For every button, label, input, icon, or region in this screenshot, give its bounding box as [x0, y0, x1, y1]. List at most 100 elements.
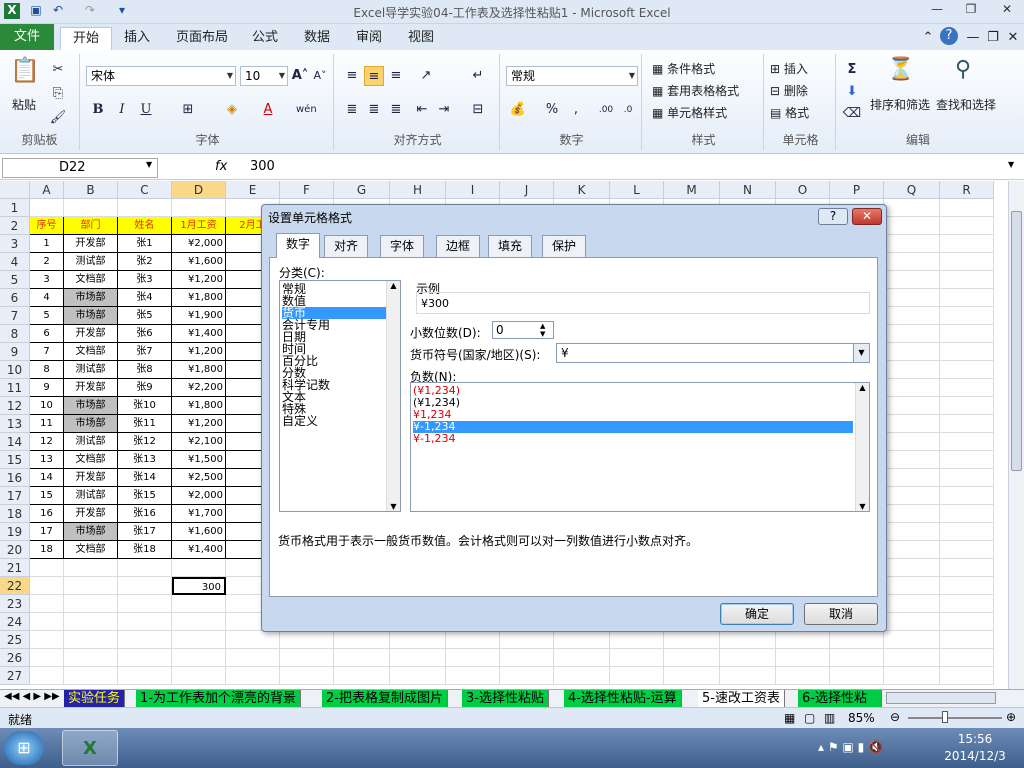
cell[interactable] [172, 559, 226, 577]
tab-fill[interactable]: 填充 [488, 235, 532, 257]
table-header-cell[interactable]: 序号 [30, 217, 64, 235]
cell[interactable] [30, 199, 64, 217]
comma-button[interactable]: , [566, 100, 586, 120]
cell[interactable] [118, 613, 172, 631]
cell[interactable] [830, 631, 884, 649]
cell[interactable] [30, 613, 64, 631]
font-name-combo[interactable]: 宋体 ▼ [86, 66, 236, 86]
percent-button[interactable]: % [542, 100, 562, 120]
cell[interactable] [30, 595, 64, 613]
sheet-tab[interactable]: 1-为工作表加个漂亮的背景 [136, 690, 301, 707]
cell[interactable] [118, 667, 172, 685]
table-cell[interactable]: ¥1,800 [172, 397, 226, 415]
cell[interactable] [940, 325, 994, 343]
cell[interactable] [172, 613, 226, 631]
cell[interactable] [884, 361, 940, 379]
table-cell[interactable]: ¥1,200 [172, 343, 226, 361]
tray-icons[interactable]: ▴ ⚑ ▣ ▮ 🔇 [818, 740, 883, 754]
row-header[interactable]: 2 [0, 217, 30, 235]
cell[interactable] [940, 397, 994, 415]
format-cells-button[interactable]: ▤ 格式 [770, 104, 809, 121]
cell[interactable] [884, 397, 940, 415]
cell[interactable] [940, 253, 994, 271]
cell[interactable] [664, 649, 720, 667]
cell[interactable] [226, 631, 280, 649]
cell[interactable] [884, 523, 940, 541]
phonetic-icon[interactable]: wén [296, 100, 317, 120]
sheet-tab-active[interactable]: 5-速改工资表 [698, 690, 785, 707]
merge-center-icon[interactable]: ⊟ [468, 100, 488, 120]
table-cell[interactable]: 张16 [118, 505, 172, 523]
table-cell[interactable]: 张8 [118, 361, 172, 379]
cancel-button[interactable]: 取消 [804, 603, 878, 625]
view-page-break-icon[interactable]: ▥ [824, 711, 835, 725]
table-cell[interactable]: 7 [30, 343, 64, 361]
cell[interactable] [940, 415, 994, 433]
table-cell[interactable]: 张17 [118, 523, 172, 541]
cell[interactable] [884, 271, 940, 289]
tab-formulas[interactable]: 公式 [248, 27, 282, 49]
cell[interactable] [664, 631, 720, 649]
formula-input[interactable]: 300 [250, 159, 275, 174]
cell[interactable] [172, 595, 226, 613]
scroll-thumb[interactable] [1011, 211, 1022, 471]
table-cell[interactable]: 市场部 [64, 397, 118, 415]
number-format-combo[interactable]: 常规 ▼ [506, 66, 638, 86]
cell[interactable] [280, 667, 334, 685]
cell[interactable] [884, 235, 940, 253]
column-header[interactable]: O [776, 181, 830, 199]
cell[interactable] [940, 649, 994, 667]
delete-cells-button[interactable]: ⊟ 删除 [770, 82, 808, 99]
table-cell[interactable]: ¥1,800 [172, 289, 226, 307]
cell[interactable] [884, 613, 940, 631]
table-cell[interactable]: 张15 [118, 487, 172, 505]
row-header[interactable]: 17 [0, 487, 30, 505]
bold-button[interactable]: B [88, 100, 108, 120]
fill-color-icon[interactable]: ◈ [222, 100, 242, 120]
cell[interactable] [172, 667, 226, 685]
tab-page-layout[interactable]: 页面布局 [172, 27, 232, 49]
spinner-arrows-icon[interactable]: ▲ ▼ [540, 322, 545, 338]
underline-button[interactable]: U [136, 100, 156, 120]
cell[interactable] [884, 451, 940, 469]
format-as-table-button[interactable]: ▦ 套用表格格式 [652, 82, 739, 99]
table-cell[interactable]: 文档部 [64, 271, 118, 289]
cell[interactable] [940, 451, 994, 469]
shrink-font-icon[interactable]: A˅ [310, 66, 330, 86]
cell[interactable] [884, 433, 940, 451]
name-box[interactable]: D22 [2, 158, 158, 178]
table-cell[interactable]: 市场部 [64, 307, 118, 325]
cut-icon[interactable]: ✂ [48, 60, 68, 80]
font-color-icon[interactable]: A [258, 100, 278, 120]
cell[interactable] [64, 199, 118, 217]
row-header[interactable]: 16 [0, 469, 30, 487]
cell[interactable] [940, 559, 994, 577]
decrease-decimal-icon[interactable]: .0 [618, 100, 638, 120]
cell[interactable] [446, 667, 500, 685]
cell[interactable] [226, 649, 280, 667]
maximize-button[interactable]: ❐ [958, 2, 984, 20]
cell[interactable] [884, 559, 940, 577]
tab-view[interactable]: 视图 [404, 27, 438, 49]
cell[interactable] [64, 559, 118, 577]
column-header[interactable]: M [664, 181, 720, 199]
cell[interactable] [30, 559, 64, 577]
cell[interactable] [940, 595, 994, 613]
clear-icon[interactable]: ⌫ [842, 104, 862, 124]
conditional-format-button[interactable]: ▦ 条件格式 [652, 60, 715, 77]
negative-format-item[interactable]: ¥-1,234 [413, 433, 853, 445]
table-cell[interactable]: 文档部 [64, 541, 118, 559]
cell[interactable] [884, 289, 940, 307]
table-cell[interactable]: 文档部 [64, 451, 118, 469]
sheet-tab[interactable]: 3-选择性粘贴 [462, 690, 549, 707]
cell[interactable] [500, 649, 554, 667]
sheet-tab[interactable]: 实验任务 [64, 690, 126, 707]
wrap-text-icon[interactable]: ↵ [468, 66, 488, 86]
cell[interactable] [940, 379, 994, 397]
cell[interactable] [30, 667, 64, 685]
table-cell[interactable]: 市场部 [64, 289, 118, 307]
tab-border[interactable]: 边框 [436, 235, 480, 257]
cell[interactable] [118, 577, 172, 595]
sort-filter-icon[interactable]: ⏳ [886, 59, 916, 90]
table-cell[interactable]: 测试部 [64, 487, 118, 505]
